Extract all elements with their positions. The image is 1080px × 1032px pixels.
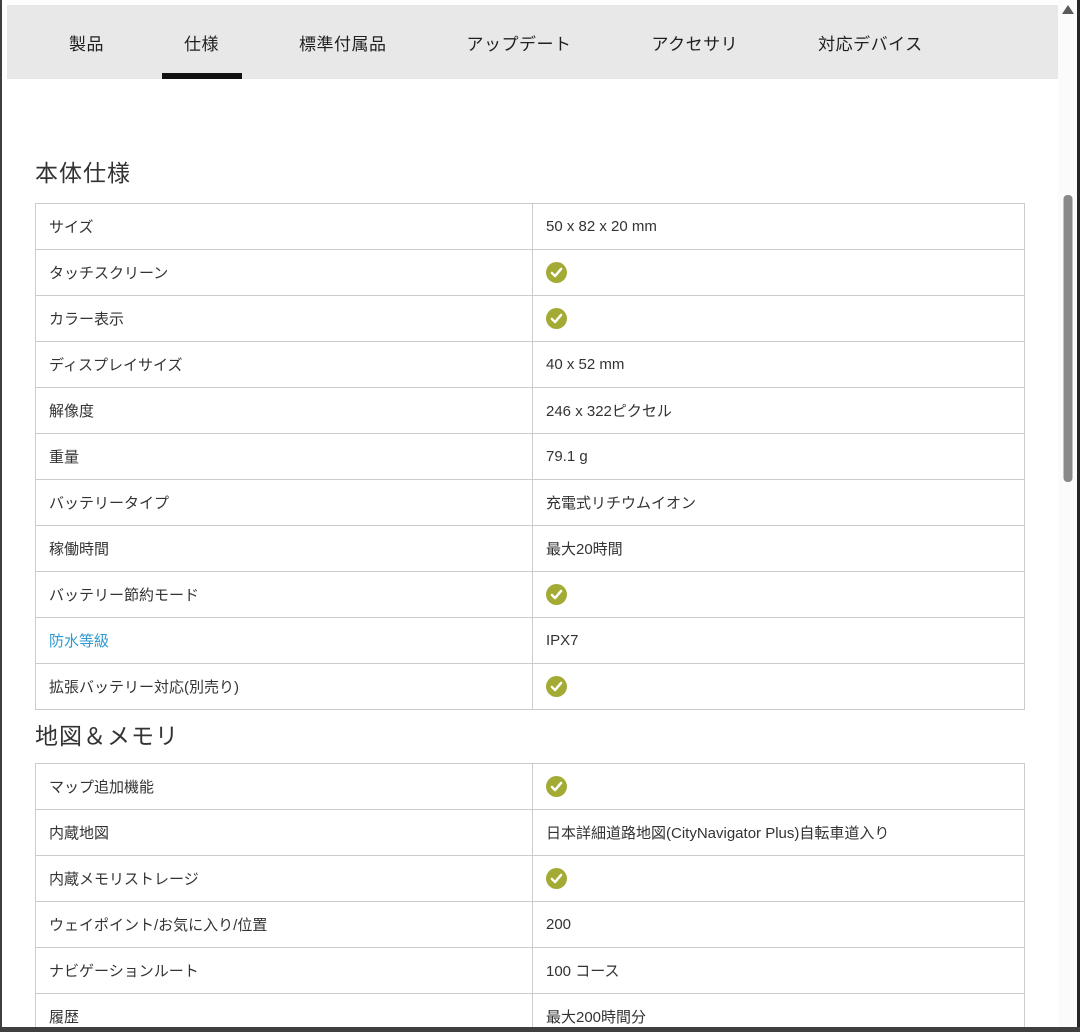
- spec-label-waypoints: ウェイポイント/お気に入り/位置: [36, 902, 533, 948]
- spec-row-weight: 重量79.1 g: [36, 434, 1025, 480]
- spec-label-color-display: カラー表示: [36, 296, 533, 342]
- spec-row-water-rating: 防水等級IPX7: [36, 618, 1025, 664]
- spec-value-battery-life: 最大20時間: [533, 526, 1025, 572]
- tab-compatible-devices[interactable]: 対応デバイス: [818, 5, 923, 79]
- spec-row-battery-save-mode: バッテリー節約モード: [36, 572, 1025, 618]
- spec-label-size: サイズ: [36, 204, 533, 250]
- spec-label-resolution: 解像度: [36, 388, 533, 434]
- spec-value-waypoints: 200: [533, 902, 1025, 948]
- spec-row-internal-memory: 内蔵メモリストレージ: [36, 856, 1025, 902]
- check-circle-icon: [546, 776, 567, 797]
- scroll-up-icon[interactable]: [1062, 5, 1074, 14]
- spec-label-builtin-map: 内蔵地図: [36, 810, 533, 856]
- check-circle-icon: [546, 308, 567, 329]
- tab-product[interactable]: 製品: [69, 5, 104, 79]
- spec-value-color-display: [533, 296, 1025, 342]
- spec-value-internal-memory: [533, 856, 1025, 902]
- check-circle-icon: [546, 584, 567, 605]
- spec-value-display-size: 40 x 52 mm: [533, 342, 1025, 388]
- spec-value-builtin-map: 日本詳細道路地図(CityNavigator Plus)自転車道入り: [533, 810, 1025, 856]
- window-left-edge: [0, 0, 2, 1032]
- spec-row-size: サイズ50 x 82 x 20 mm: [36, 204, 1025, 250]
- spec-value-resolution: 246 x 322ピクセル: [533, 388, 1025, 434]
- spec-table-device-specs: サイズ50 x 82 x 20 mmタッチスクリーンカラー表示ディスプレイサイズ…: [35, 203, 1025, 710]
- scrollbar-thumb[interactable]: [1063, 195, 1072, 482]
- window-bottom-edge: [0, 1027, 1080, 1032]
- spec-row-battery-type: バッテリータイプ充電式リチウムイオン: [36, 480, 1025, 526]
- tab-accessories[interactable]: アクセサリ: [652, 5, 739, 79]
- spec-row-battery-life: 稼働時間最大20時間: [36, 526, 1025, 572]
- spec-value-water-rating: IPX7: [533, 618, 1025, 664]
- section-title-device-specs: 本体仕様: [35, 154, 1025, 188]
- scrollbar[interactable]: [1058, 0, 1077, 1032]
- spec-row-builtin-map: 内蔵地図日本詳細道路地図(CityNavigator Plus)自転車道入り: [36, 810, 1025, 856]
- spec-row-touchscreen: タッチスクリーン: [36, 250, 1025, 296]
- spec-row-resolution: 解像度246 x 322ピクセル: [36, 388, 1025, 434]
- browser-window: 製品 仕様 標準付属品 アップデート アクセサリ 対応デバイス 本体仕様サイズ50 x 8…: [0, 0, 1080, 1032]
- tab-updates[interactable]: アップデート: [467, 5, 572, 79]
- tab-in-the-box[interactable]: 標準付属品: [299, 5, 387, 79]
- spec-table-maps-memory: マップ追加機能内蔵地図日本詳細道路地図(CityNavigator Plus)自…: [35, 763, 1025, 1032]
- spec-row-map-add: マップ追加機能: [36, 764, 1025, 810]
- spec-content: 本体仕様サイズ50 x 82 x 20 mmタッチスクリーンカラー表示ディスプレ…: [35, 80, 1025, 1032]
- spec-label-battery-type: バッテリータイプ: [36, 480, 533, 526]
- spec-row-display-size: ディスプレイサイズ40 x 52 mm: [36, 342, 1025, 388]
- tab-specs[interactable]: 仕様: [184, 5, 219, 79]
- spec-row-color-display: カラー表示: [36, 296, 1025, 342]
- spec-value-size: 50 x 82 x 20 mm: [533, 204, 1025, 250]
- spec-label-battery-save-mode: バッテリー節約モード: [36, 572, 533, 618]
- check-circle-icon: [546, 676, 567, 697]
- water-rating-link[interactable]: 防水等級: [36, 618, 533, 664]
- spec-value-map-add: [533, 764, 1025, 810]
- spec-value-touchscreen: [533, 250, 1025, 296]
- spec-row-extended-battery: 拡張バッテリー対応(別売り): [36, 664, 1025, 710]
- tab-bar: 製品 仕様 標準付属品 アップデート アクセサリ 対応デバイス: [7, 5, 1061, 79]
- spec-label-touchscreen: タッチスクリーン: [36, 250, 533, 296]
- spec-label-map-add: マップ追加機能: [36, 764, 533, 810]
- spec-value-extended-battery: [533, 664, 1025, 710]
- spec-value-battery-save-mode: [533, 572, 1025, 618]
- spec-label-extended-battery: 拡張バッテリー対応(別売り): [36, 664, 533, 710]
- check-circle-icon: [546, 868, 567, 889]
- spec-value-navigation-routes: 100 コース: [533, 948, 1025, 994]
- spec-row-waypoints: ウェイポイント/お気に入り/位置200: [36, 902, 1025, 948]
- spec-label-weight: 重量: [36, 434, 533, 480]
- spec-value-weight: 79.1 g: [533, 434, 1025, 480]
- spec-label-navigation-routes: ナビゲーションルート: [36, 948, 533, 994]
- check-circle-icon: [546, 262, 567, 283]
- spec-label-battery-life: 稼働時間: [36, 526, 533, 572]
- spec-label-internal-memory: 内蔵メモリストレージ: [36, 856, 533, 902]
- spec-label-display-size: ディスプレイサイズ: [36, 342, 533, 388]
- spec-value-battery-type: 充電式リチウムイオン: [533, 480, 1025, 526]
- section-title-maps-memory: 地図＆メモリ: [35, 717, 1025, 751]
- spec-row-navigation-routes: ナビゲーションルート100 コース: [36, 948, 1025, 994]
